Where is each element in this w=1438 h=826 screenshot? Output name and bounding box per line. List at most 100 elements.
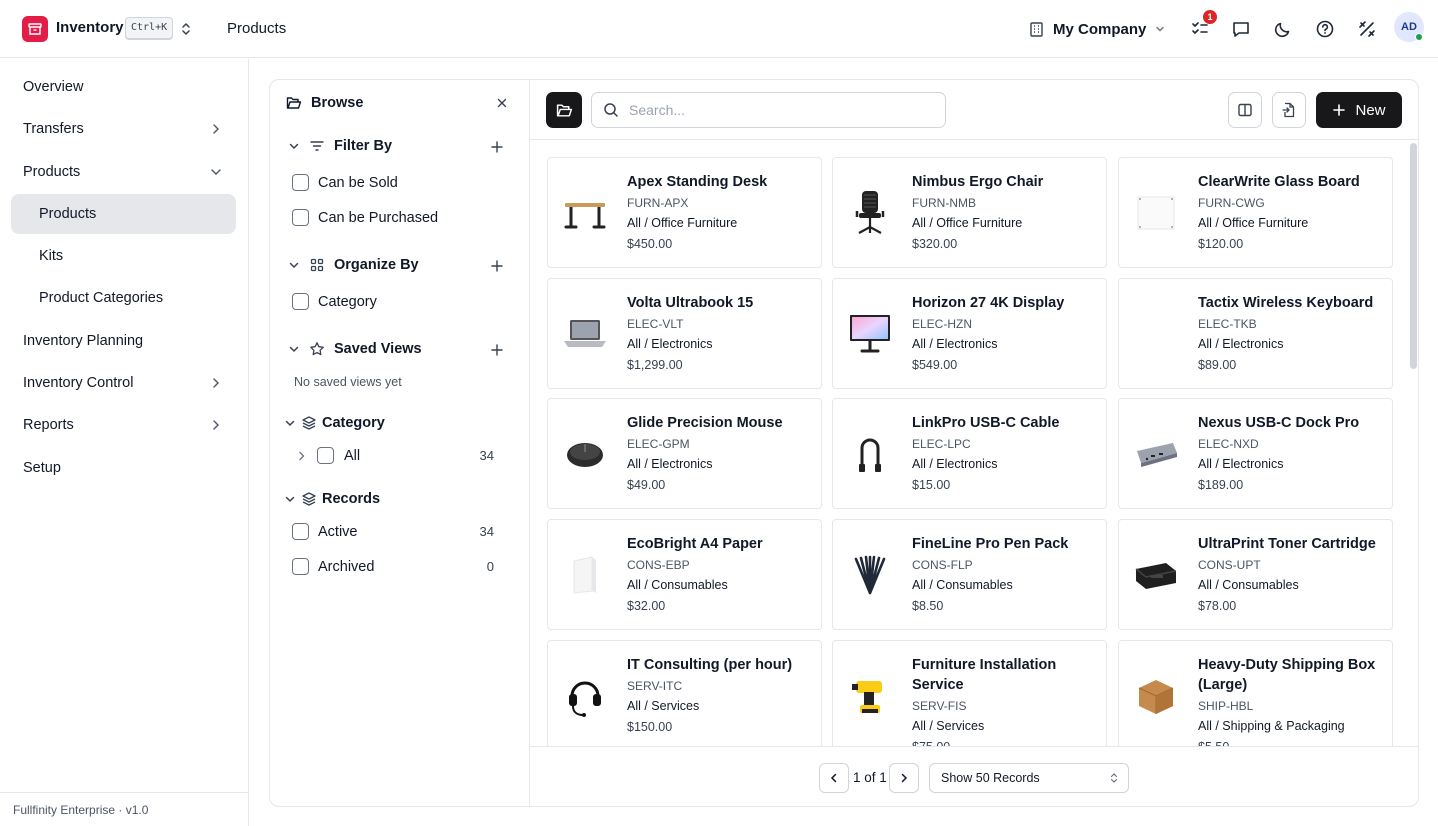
- sidebar-item-inventory-planning[interactable]: Inventory Planning: [11, 321, 236, 361]
- records-section-toggle[interactable]: Records: [284, 491, 380, 507]
- sidebar-item-products-group[interactable]: Products: [11, 152, 236, 192]
- product-sku: CONS-EBP: [627, 558, 690, 572]
- records-title: Records: [322, 491, 381, 507]
- product-info: Horizon 27 4K Display ELEC-HZN All / Elect…: [912, 293, 1100, 375]
- product-sku: SERV-FIS: [912, 699, 967, 713]
- product-card[interactable]: Tactix Wireless Keyboard ELEC-TKB All / El…: [1118, 278, 1393, 389]
- category-section-toggle[interactable]: Category: [284, 415, 385, 431]
- product-info: Apex Standing Desk FURN-APX All / Office F…: [627, 172, 815, 254]
- product-name: Heavy-Duty Shipping Box (Large): [1198, 657, 1376, 693]
- search-box[interactable]: [591, 92, 946, 128]
- filter-can-be-sold[interactable]: Can be Sold: [292, 174, 398, 191]
- sidebar-item-transfers[interactable]: Transfers: [11, 109, 236, 149]
- inventory-app-icon[interactable]: [22, 16, 48, 42]
- add-group-plus-icon[interactable]: [490, 259, 504, 273]
- filter-by-section-toggle[interactable]: Filter By: [288, 138, 392, 154]
- chevron-right-icon: [210, 418, 222, 432]
- product-category: All / Consumables: [1198, 578, 1299, 592]
- toner-icon: [1131, 550, 1181, 600]
- previous-page-button[interactable]: [819, 763, 849, 793]
- product-category: All / Electronics: [627, 337, 713, 351]
- product-card[interactable]: Volta Ultrabook 15 ELEC-VLT All / Electron…: [547, 278, 822, 389]
- sidebar-item-product-categories[interactable]: Product Categories: [11, 278, 236, 318]
- checkbox[interactable]: [292, 558, 309, 575]
- add-filter-plus-icon[interactable]: [490, 140, 504, 154]
- app-name[interactable]: Inventory: [56, 19, 124, 36]
- sidebar-item-products[interactable]: Products: [11, 194, 236, 234]
- company-selector[interactable]: My Company: [1028, 14, 1166, 44]
- organize-category[interactable]: Category: [292, 293, 377, 310]
- split-view-button[interactable]: [1228, 92, 1262, 128]
- product-card[interactable]: EcoBright A4 Paper CONS-EBP All / Consumab…: [547, 519, 822, 630]
- toggle-browse-button[interactable]: [546, 92, 582, 128]
- product-image-placeholder: [1131, 309, 1181, 359]
- sidebar-item-reports[interactable]: Reports: [11, 405, 236, 445]
- product-card[interactable]: Nimbus Ergo Chair FURN-NMB All / Office Fu…: [832, 157, 1107, 268]
- records-active[interactable]: Active: [292, 523, 358, 540]
- checkbox[interactable]: [292, 523, 309, 540]
- product-card[interactable]: Furniture Installation Service SERV-FIS Al…: [832, 640, 1107, 746]
- sidebar-item-kits[interactable]: Kits: [11, 236, 236, 276]
- product-info: Volta Ultrabook 15 ELEC-VLT All / Electron…: [627, 293, 815, 375]
- app-switcher-icon[interactable]: [179, 21, 193, 37]
- scrollbar-thumb[interactable]: [1410, 143, 1417, 369]
- tools-icon[interactable]: [1355, 17, 1379, 41]
- new-product-button[interactable]: New: [1316, 92, 1402, 128]
- checkbox[interactable]: [317, 447, 334, 464]
- chevron-down-icon: [288, 343, 300, 355]
- product-name: UltraPrint Toner Cartridge: [1198, 536, 1376, 552]
- product-card[interactable]: LinkPro USB-C Cable ELEC-LPC All / Electro…: [832, 398, 1107, 509]
- close-icon[interactable]: [495, 96, 509, 110]
- search-icon: [603, 102, 619, 118]
- product-card[interactable]: Glide Precision Mouse ELEC-GPM All / Elect…: [547, 398, 822, 509]
- product-card[interactable]: FineLine Pro Pen Pack CONS-FLP All / Consu…: [832, 519, 1107, 630]
- filter-can-be-purchased[interactable]: Can be Purchased: [292, 209, 438, 226]
- chevron-right-icon[interactable]: [297, 450, 307, 462]
- chevron-down-icon: [1154, 23, 1166, 35]
- product-card[interactable]: Apex Standing Desk FURN-APX All / Office F…: [547, 157, 822, 268]
- records-archived[interactable]: Archived: [292, 558, 374, 575]
- add-view-plus-icon[interactable]: [490, 343, 504, 357]
- product-name: Tactix Wireless Keyboard: [1198, 295, 1374, 311]
- saved-views-section-toggle[interactable]: Saved Views: [288, 341, 422, 357]
- grid-scrollbar[interactable]: [1408, 141, 1418, 746]
- checkbox[interactable]: [292, 174, 309, 191]
- sidebar-item-overview[interactable]: Overview: [11, 67, 236, 107]
- search-input[interactable]: [629, 102, 919, 118]
- product-price: $150.00: [627, 720, 673, 734]
- product-name: Apex Standing Desk: [627, 174, 768, 190]
- product-card[interactable]: IT Consulting (per hour) SERV-ITC All / Se…: [547, 640, 822, 746]
- desk-icon: [560, 188, 610, 238]
- top-bar: Inventory Ctrl+K Products My Company 1 A…: [0, 0, 1438, 58]
- product-name: Horizon 27 4K Display: [912, 295, 1065, 311]
- checkbox[interactable]: [292, 293, 309, 310]
- sidebar-item-inventory-control[interactable]: Inventory Control: [11, 363, 236, 403]
- sidebar-item-setup[interactable]: Setup: [11, 448, 236, 488]
- product-card[interactable]: Heavy-Duty Shipping Box (Large) SHIP-HBL A…: [1118, 640, 1393, 746]
- product-card[interactable]: ClearWrite Glass Board FURN-CWG All / Offi…: [1118, 157, 1393, 268]
- import-button[interactable]: [1272, 92, 1306, 128]
- category-all-row[interactable]: All: [297, 447, 360, 464]
- file-import-icon: [1281, 102, 1297, 118]
- organize-by-section-toggle[interactable]: Organize By: [288, 257, 419, 273]
- product-card[interactable]: Horizon 27 4K Display ELEC-HZN All / Elect…: [832, 278, 1107, 389]
- product-price: $32.00: [627, 599, 666, 613]
- product-card[interactable]: Nexus USB-C Dock Pro ELEC-NXD All / Electr…: [1118, 398, 1393, 509]
- product-card[interactable]: UltraPrint Toner Cartridge CONS-UPT All / …: [1118, 519, 1393, 630]
- product-sku: ELEC-HZN: [912, 317, 973, 331]
- product-category: All / Electronics: [627, 457, 713, 471]
- product-info: Glide Precision Mouse ELEC-GPM All / Elect…: [627, 413, 815, 495]
- chat-icon[interactable]: [1229, 17, 1253, 41]
- product-name: LinkPro USB-C Cable: [912, 415, 1060, 431]
- dark-mode-icon[interactable]: [1271, 17, 1295, 41]
- records-per-page-select[interactable]: Show 50 Records: [929, 763, 1129, 793]
- next-page-button[interactable]: [889, 763, 919, 793]
- chevron-down-icon: [284, 417, 296, 429]
- product-price: $320.00: [912, 237, 958, 251]
- sidebar-item-label: Product Categories: [39, 290, 164, 306]
- product-sku: CONS-FLP: [912, 558, 973, 572]
- checkbox[interactable]: [292, 209, 309, 226]
- product-name: FineLine Pro Pen Pack: [912, 536, 1069, 552]
- product-sku: ELEC-TKB: [1198, 317, 1257, 331]
- help-icon[interactable]: [1313, 17, 1337, 41]
